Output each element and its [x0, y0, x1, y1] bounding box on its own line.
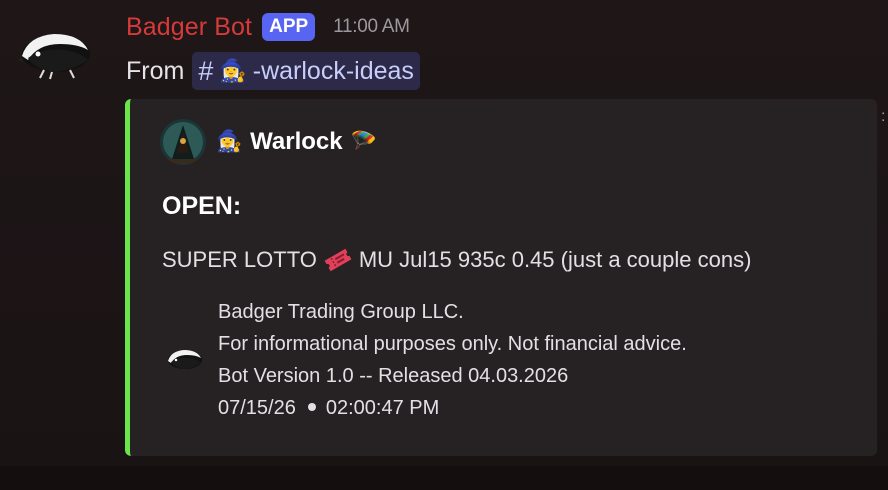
- badger-icon: [18, 34, 90, 80]
- ticket-icon: [323, 248, 353, 272]
- footer-timestamp: 07/15/26 02:00:47 PM: [218, 392, 687, 424]
- channel-hash-icon: #: [198, 55, 214, 86]
- footer-company: Badger Trading Group LLC.: [218, 301, 464, 323]
- wizard-emoji-icon: 🧙‍♀️: [216, 130, 243, 153]
- warlock-avatar[interactable]: [160, 119, 206, 165]
- desc-suffix: MU Jul15 935c 0.45 (just a couple cons): [358, 247, 752, 272]
- channel-mention[interactable]: # 🧙‍♀️ -warlock-ideas: [192, 52, 420, 90]
- embed-title: OPEN:: [162, 192, 242, 220]
- wizard-emoji-icon: 🧙‍♀️: [219, 58, 247, 83]
- from-label: From: [126, 56, 185, 85]
- message-timestamp[interactable]: 11:00 AM: [333, 16, 410, 38]
- desc-prefix: SUPER LOTTO: [162, 247, 317, 272]
- embed-overflow-marker: :: [881, 108, 886, 125]
- bot-username[interactable]: Badger Bot: [126, 13, 252, 42]
- app-badge: APP: [262, 13, 316, 41]
- footer-date: 07/15/26: [218, 397, 296, 419]
- separator-dot-icon: [307, 403, 316, 412]
- badger-footer-icon: [163, 343, 205, 373]
- warlock-avatar-icon: [160, 119, 206, 165]
- embed-description: SUPER LOTTO MU Jul15 935c 0.45 (just a c…: [162, 247, 751, 273]
- next-message-strip: [0, 466, 888, 490]
- embed-author-name[interactable]: 🧙‍♀️ Warlock 🪂: [216, 128, 377, 156]
- parachute-emoji-icon: 🪂: [350, 130, 377, 153]
- footer-time: 02:00:47 PM: [325, 397, 440, 419]
- message-header: Badger Bot APP 11:00 AM: [126, 9, 410, 45]
- embed-author: 🧙‍♀️ Warlock 🪂: [160, 119, 377, 165]
- author-name-text: Warlock: [250, 128, 343, 155]
- message-content: From # 🧙‍♀️ -warlock-ideas: [126, 50, 420, 92]
- embed-card: 🧙‍♀️ Warlock 🪂 OPEN: SUPER LOTTO MU Jul1…: [125, 99, 877, 456]
- footer-disclaimer: For informational purposes only. Not fin…: [218, 333, 687, 355]
- footer-text: Badger Trading Group LLC. For informatio…: [218, 296, 687, 424]
- channel-name: -warlock-ideas: [252, 56, 414, 85]
- footer-version: Bot Version 1.0 -- Released 04.03.2026: [218, 365, 569, 387]
- badger-avatar[interactable]: [14, 20, 94, 80]
